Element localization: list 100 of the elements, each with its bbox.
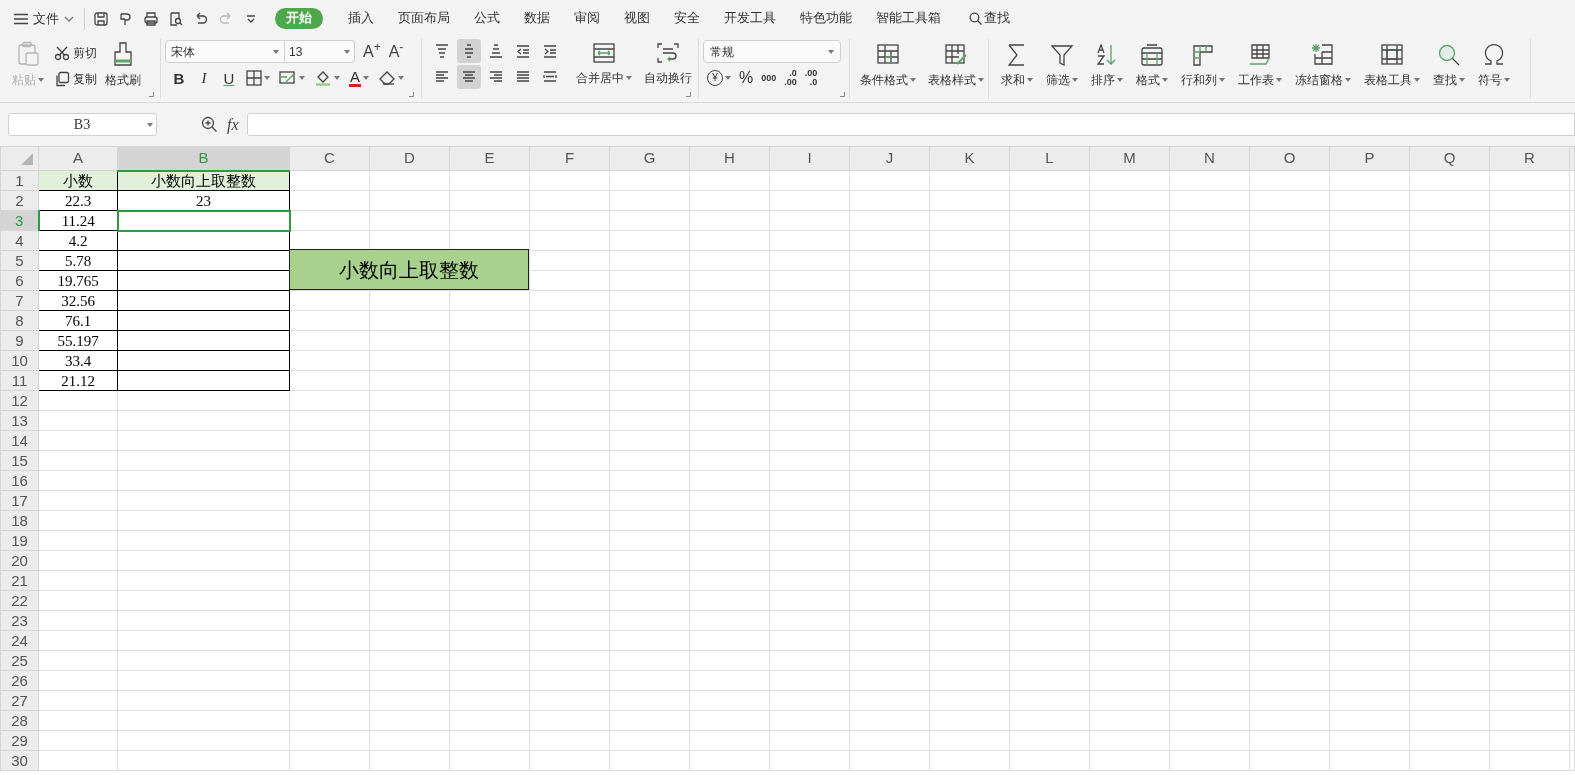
column-header[interactable]: K bbox=[929, 146, 1010, 171]
ribbon-tab[interactable]: 插入 bbox=[336, 8, 386, 29]
column-header[interactable]: H bbox=[689, 146, 770, 171]
format-painter-icon[interactable] bbox=[118, 10, 134, 27]
font-size-field[interactable]: 13 bbox=[285, 40, 355, 63]
ribbon-tab[interactable]: 特色功能 bbox=[788, 8, 864, 29]
borders-icon[interactable] bbox=[246, 70, 262, 86]
row-header[interactable]: 17 bbox=[0, 490, 39, 511]
column-header[interactable]: J bbox=[849, 146, 930, 171]
column-header[interactable]: M bbox=[1089, 146, 1170, 171]
row-header[interactable]: 9 bbox=[0, 330, 39, 351]
number-format-field[interactable]: 常规 bbox=[703, 40, 841, 63]
ribbon-button[interactable]: 冻结窗格 bbox=[1295, 39, 1351, 89]
decrease-decimal-button[interactable]: .00 .0 bbox=[804, 69, 818, 87]
row-header[interactable]: 20 bbox=[0, 550, 39, 571]
row-header[interactable]: 24 bbox=[0, 630, 39, 651]
ribbon-button[interactable]: 符号 bbox=[1478, 39, 1510, 89]
percent-button[interactable]: % bbox=[739, 70, 754, 86]
increase-decimal-button[interactable]: .0 .00 bbox=[784, 69, 797, 87]
row-header[interactable]: 8 bbox=[0, 310, 39, 331]
row-header[interactable]: 4 bbox=[0, 230, 39, 251]
row-header[interactable]: 21 bbox=[0, 570, 39, 591]
print-icon[interactable] bbox=[143, 10, 159, 27]
increase-font-size-button[interactable]: A$^{+}$ bbox=[363, 43, 381, 60]
ribbon-button[interactable]: 行和列 bbox=[1181, 39, 1225, 89]
print-preview-icon[interactable] bbox=[168, 10, 184, 27]
row-header[interactable]: 18 bbox=[0, 510, 39, 531]
eraser-icon[interactable] bbox=[378, 70, 396, 86]
row-header[interactable]: 19 bbox=[0, 530, 39, 551]
column-header[interactable]: G bbox=[609, 146, 690, 171]
font-color-button[interactable]: A bbox=[349, 69, 369, 87]
row-header[interactable]: 1 bbox=[0, 170, 39, 191]
row-header[interactable]: 13 bbox=[0, 410, 39, 431]
ribbon-tab[interactable]: 数据 bbox=[512, 8, 562, 29]
ribbon-button[interactable]: 表格样式 bbox=[928, 39, 984, 89]
italic-button[interactable]: I bbox=[196, 70, 212, 86]
row-header[interactable]: 10 bbox=[0, 350, 39, 371]
alignment-button[interactable] bbox=[457, 39, 481, 63]
row-header[interactable]: 12 bbox=[0, 390, 39, 411]
row-header[interactable]: 25 bbox=[0, 650, 39, 671]
row-header[interactable]: 6 bbox=[0, 270, 39, 291]
ribbon-tab[interactable]: 安全 bbox=[662, 8, 712, 29]
row-header[interactable]: 30 bbox=[0, 750, 39, 771]
fill-bucket-icon[interactable] bbox=[314, 70, 332, 86]
ribbon-button[interactable]: 求和 bbox=[1001, 39, 1033, 89]
row-header[interactable]: 28 bbox=[0, 710, 39, 731]
formula-input-field[interactable] bbox=[246, 113, 1575, 136]
ribbon-button[interactable]: 表格工具 bbox=[1364, 39, 1420, 89]
wrap-text-button[interactable]: 自动换行 bbox=[644, 39, 692, 87]
column-header[interactable]: Q bbox=[1409, 146, 1490, 171]
merge-center-button[interactable]: 合并居中 bbox=[576, 39, 632, 87]
row-header[interactable]: 29 bbox=[0, 730, 39, 751]
function-button[interactable]: fx bbox=[227, 112, 239, 137]
file-menu[interactable]: 文件 bbox=[12, 5, 76, 32]
row-header[interactable]: 14 bbox=[0, 430, 39, 451]
fill-style-icon[interactable] bbox=[279, 70, 297, 86]
ribbon-tab[interactable]: 智能工具箱 bbox=[864, 8, 953, 29]
column-header[interactable]: I bbox=[769, 146, 850, 171]
column-header[interactable]: C bbox=[289, 146, 370, 171]
row-header[interactable]: 23 bbox=[0, 610, 39, 631]
zoom-icon[interactable] bbox=[201, 116, 218, 133]
ribbon-tab[interactable]: 页面布局 bbox=[386, 8, 462, 29]
column-header[interactable]: L bbox=[1009, 146, 1090, 171]
ribbon-button[interactable]: 筛选 bbox=[1046, 39, 1078, 89]
ribbon-button[interactable]: 条件格式 bbox=[860, 39, 916, 89]
row-header[interactable]: 2 bbox=[0, 190, 39, 211]
ribbon-tab[interactable]: 视图 bbox=[612, 8, 662, 29]
column-header[interactable]: O bbox=[1249, 146, 1330, 171]
row-header[interactable]: 16 bbox=[0, 470, 39, 491]
row-header[interactable]: 15 bbox=[0, 450, 39, 471]
thousands-separator-button[interactable]: 000 bbox=[761, 73, 777, 83]
active-cell[interactable] bbox=[117, 210, 290, 231]
ribbon-button[interactable]: 格式 bbox=[1136, 39, 1168, 89]
row-header[interactable]: 5 bbox=[0, 250, 39, 271]
text-box[interactable]: 小数向上取整数 bbox=[289, 249, 529, 290]
row-header[interactable]: 11 bbox=[0, 370, 39, 391]
column-header[interactable]: A bbox=[38, 146, 118, 171]
ribbon-tab[interactable]: 公式 bbox=[462, 8, 512, 29]
column-header[interactable]: F bbox=[529, 146, 610, 171]
row-header[interactable]: 26 bbox=[0, 670, 39, 691]
column-header[interactable]: R bbox=[1489, 146, 1570, 171]
ribbon-tab[interactable]: 开发工具 bbox=[712, 8, 788, 29]
decrease-font-size-button[interactable]: A$^{-}$ bbox=[388, 43, 404, 60]
alignment-button[interactable] bbox=[457, 65, 481, 89]
ribbon-button[interactable]: 工作表 bbox=[1238, 39, 1282, 89]
name-box[interactable]: B3 bbox=[8, 113, 157, 136]
column-header[interactable]: P bbox=[1329, 146, 1410, 171]
font-name-field[interactable]: 宋体 bbox=[165, 40, 285, 63]
cut-button[interactable]: 剪切 bbox=[54, 43, 97, 63]
ribbon-button[interactable]: 查找 bbox=[1433, 39, 1465, 89]
column-header[interactable]: E bbox=[449, 146, 530, 171]
ribbon-tab[interactable]: 审阅 bbox=[562, 8, 612, 29]
bold-button[interactable]: B bbox=[171, 70, 187, 86]
row-header[interactable]: 27 bbox=[0, 690, 39, 711]
save-icon[interactable] bbox=[93, 10, 109, 27]
column-header[interactable]: D bbox=[369, 146, 450, 171]
search-button[interactable]: 查找 bbox=[969, 9, 1010, 28]
copy-button[interactable]: 复制 bbox=[54, 69, 97, 89]
format-painter-button[interactable]: 格式刷 bbox=[105, 39, 141, 97]
row-header[interactable]: 7 bbox=[0, 290, 39, 311]
